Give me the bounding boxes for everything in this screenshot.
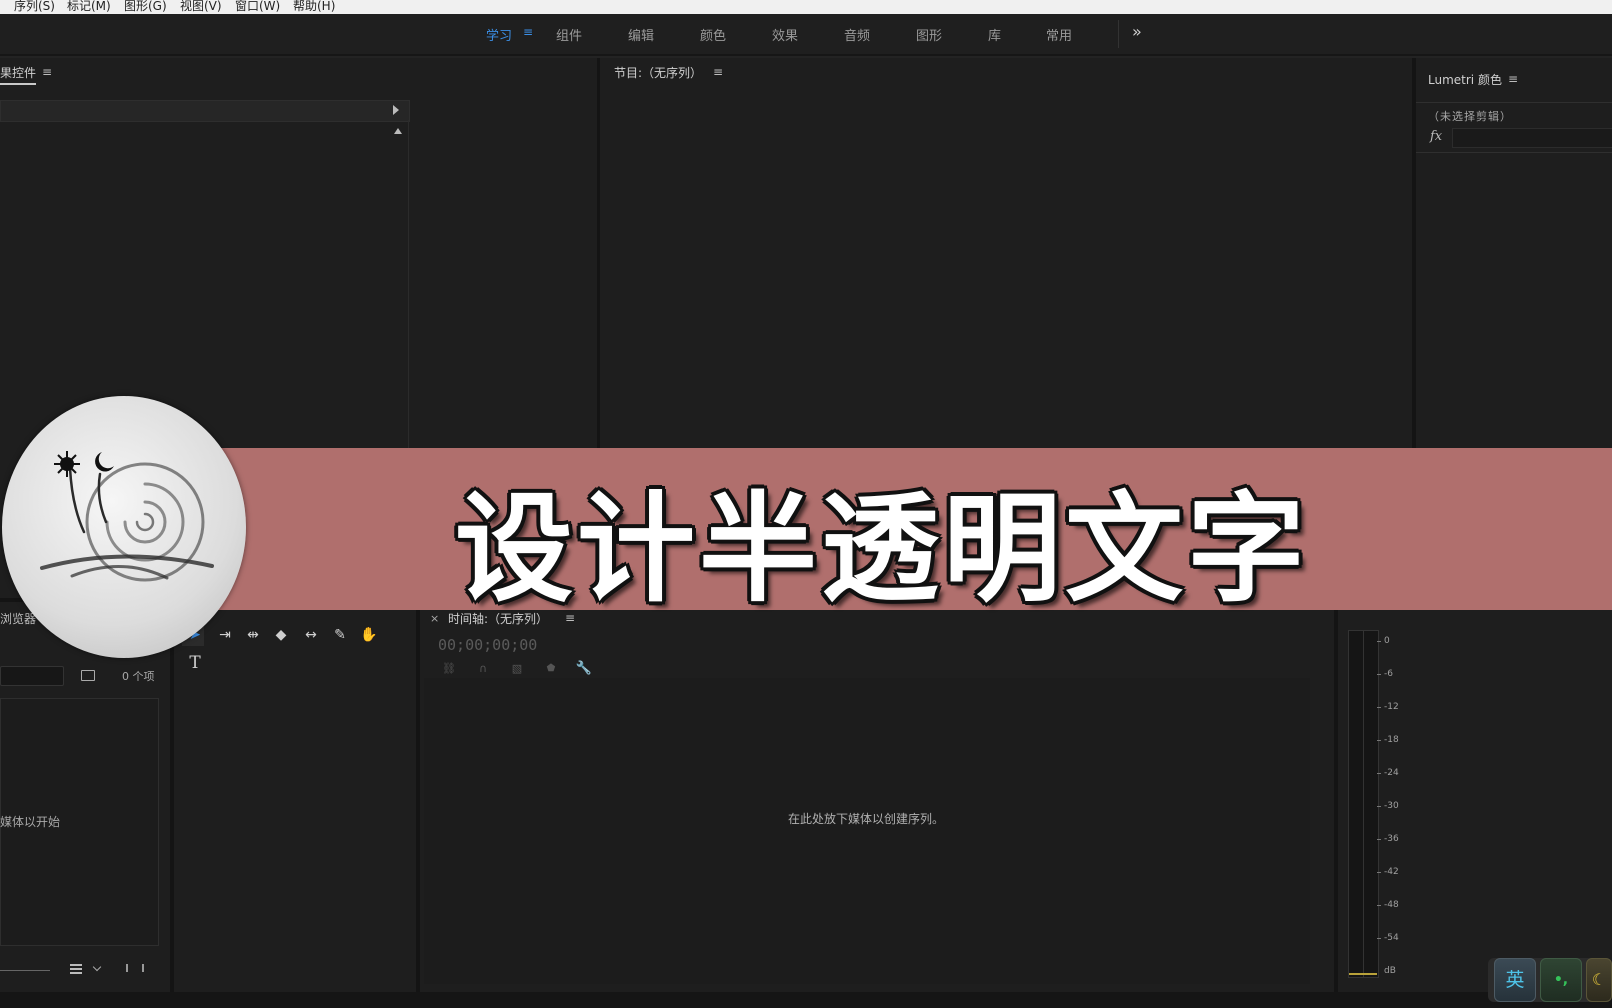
db-tick: -42 xyxy=(1384,867,1399,877)
project-panel: 浏览器 0 个项 媒体以开始 xyxy=(0,602,170,992)
ripple-edit-tool-icon[interactable]: ⇹ xyxy=(244,626,262,644)
timecode-display[interactable]: 00;00;00;00 xyxy=(438,636,537,654)
menu-sequence[interactable]: 序列(S) xyxy=(14,0,55,14)
menu-view[interactable]: 视图(V) xyxy=(180,0,222,14)
tick-mark xyxy=(1377,674,1381,675)
workspace-overflow-icon[interactable]: » xyxy=(1132,22,1142,41)
no-clip-label: （未选择剪辑） xyxy=(1428,110,1512,123)
ime-punctuation-toggle[interactable]: •, xyxy=(1540,958,1582,1002)
db-tick: -30 xyxy=(1384,801,1399,811)
close-icon[interactable]: × xyxy=(430,612,439,625)
tab-editing[interactable]: 编辑 xyxy=(628,25,654,44)
track-select-tool-icon[interactable]: ⇥ xyxy=(216,626,234,644)
timeline-panel: × 时间轴:（无序列） ≡ 00;00;00;00 ⛓ ∩ ▧ ⬟ 🔧 在此处放… xyxy=(420,602,1334,992)
tab-learning[interactable]: 学习 xyxy=(486,25,512,44)
freeform-view-icon[interactable] xyxy=(126,964,144,972)
audio-meter-panel xyxy=(1338,602,1612,992)
db-tick: 0 xyxy=(1384,636,1390,646)
tab-audio[interactable]: 音频 xyxy=(844,25,870,44)
db-unit-label: dB xyxy=(1384,966,1396,976)
type-tool-icon[interactable]: T xyxy=(186,654,204,672)
tab-common[interactable]: 常用 xyxy=(1046,25,1072,44)
menu-bar: 序列(S) 标记(M) 图形(G) 视图(V) 窗口(W) 帮助(H) xyxy=(0,0,1612,14)
tick-mark xyxy=(1377,773,1381,774)
zoom-slider[interactable] xyxy=(0,970,50,971)
snail-logo-drawing xyxy=(40,451,214,582)
workspace-menu-icon[interactable]: ≡ xyxy=(523,25,533,39)
audio-meter-right xyxy=(1363,630,1379,978)
hand-tool-icon[interactable]: ✋ xyxy=(360,626,378,644)
divider xyxy=(1416,152,1612,153)
panel-menu-icon[interactable]: ≡ xyxy=(42,65,52,79)
panel-title[interactable]: 节目:（无序列） xyxy=(614,64,702,81)
divider xyxy=(408,120,409,500)
tick-mark xyxy=(1377,872,1381,873)
sort-icon[interactable] xyxy=(70,964,82,966)
tab-effects[interactable]: 效果 xyxy=(772,25,798,44)
db-tick: -24 xyxy=(1384,768,1399,778)
ime-language-toggle[interactable]: 英 xyxy=(1494,958,1536,1002)
tick-mark xyxy=(1377,641,1381,642)
banner-title: 设计半透明文字 xyxy=(455,479,1310,618)
db-tick: -6 xyxy=(1384,669,1393,679)
add-marker-icon[interactable]: ⬟ xyxy=(542,660,560,678)
new-bin-icon[interactable] xyxy=(81,670,95,681)
timeline-track-area[interactable] xyxy=(424,678,1310,984)
db-tick: -18 xyxy=(1384,735,1399,745)
fx-icon: fx xyxy=(1430,129,1443,144)
tab-graphics[interactable]: 图形 xyxy=(916,25,942,44)
status-strip xyxy=(0,992,1612,1008)
db-tick: -54 xyxy=(1384,933,1399,943)
menu-graphics[interactable]: 图形(G) xyxy=(124,0,167,14)
nest-icon[interactable]: ⛓ xyxy=(440,660,458,678)
linked-selection-icon[interactable]: ▧ xyxy=(508,660,526,678)
workspace-bar: 学习 ≡ 组件 编辑 颜色 效果 音频 图形 库 常用 » xyxy=(0,14,1612,56)
menu-marker[interactable]: 标记(M) xyxy=(67,0,111,14)
import-hint: 媒体以开始 xyxy=(0,815,61,829)
tab-color[interactable]: 颜色 xyxy=(700,25,726,44)
divider xyxy=(1416,102,1612,103)
search-input[interactable] xyxy=(0,666,64,686)
tick-mark xyxy=(1377,839,1381,840)
empty-timeline-hint: 在此处放下媒体以创建序列。 xyxy=(788,812,945,826)
db-tick: -36 xyxy=(1384,834,1399,844)
audio-level-indicator xyxy=(1349,973,1377,975)
divider xyxy=(1118,20,1119,48)
play-triangle-icon[interactable] xyxy=(393,105,399,115)
tick-mark xyxy=(1377,707,1381,708)
ime-moon-icon[interactable]: ☾ xyxy=(1586,958,1612,1002)
db-tick: -12 xyxy=(1384,702,1399,712)
slip-tool-icon[interactable]: ↔ xyxy=(302,626,320,644)
razor-tool-icon[interactable]: ◆ xyxy=(272,626,290,644)
clip-field[interactable] xyxy=(1452,128,1612,148)
chevron-down-icon[interactable] xyxy=(92,962,102,972)
effect-header-row xyxy=(0,100,410,122)
snail-logo xyxy=(2,396,246,658)
menu-window[interactable]: 窗口(W) xyxy=(235,0,280,14)
tick-mark xyxy=(1377,905,1381,906)
snap-icon[interactable]: ∩ xyxy=(474,660,492,678)
tools-panel: ➤ ⇥ ⇹ ◆ ↔ ✎ ✋ T xyxy=(174,602,416,992)
audio-meter-left xyxy=(1348,630,1364,978)
tab-assembly[interactable]: 组件 xyxy=(556,25,582,44)
panel-title[interactable]: 果控件 xyxy=(0,64,37,85)
panel-title[interactable]: Lumetri 颜色 xyxy=(1428,71,1502,88)
tick-mark xyxy=(1377,806,1381,807)
panel-menu-icon[interactable]: ≡ xyxy=(1508,72,1518,86)
tick-mark xyxy=(1377,938,1381,939)
tab-libraries[interactable]: 库 xyxy=(988,25,1001,44)
pen-tool-icon[interactable]: ✎ xyxy=(331,626,349,644)
panel-menu-icon[interactable]: ≡ xyxy=(713,65,723,79)
item-count: 0 个项 xyxy=(122,670,155,683)
menu-help[interactable]: 帮助(H) xyxy=(293,0,335,14)
wrench-icon[interactable]: 🔧 xyxy=(575,660,593,678)
tick-mark xyxy=(1377,740,1381,741)
scroll-up-icon[interactable] xyxy=(394,128,402,134)
db-tick: -48 xyxy=(1384,900,1399,910)
